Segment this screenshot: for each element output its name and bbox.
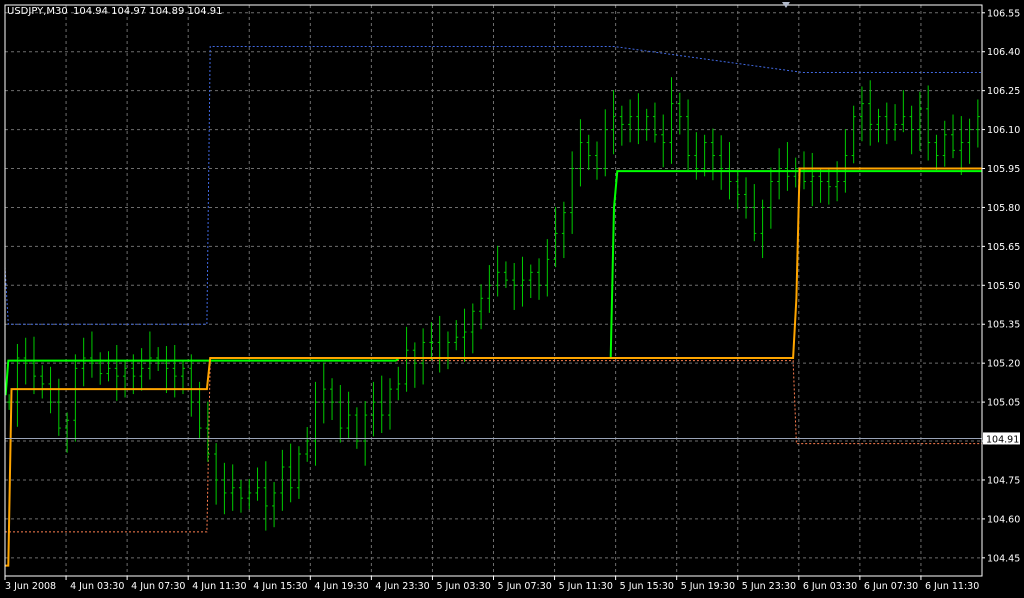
x-tick-label: 4 Jun 07:30 <box>131 581 185 592</box>
x-tick-label: 4 Jun 15:30 <box>253 581 307 592</box>
grid <box>5 5 982 576</box>
x-tick-label: 5 Jun 23:30 <box>742 581 796 592</box>
y-tick-label: 105.80 <box>987 203 1020 214</box>
x-tick-label: 6 Jun 03:30 <box>803 581 857 592</box>
symbol-label: USDJPY,M30 <box>7 6 68 17</box>
y-tick-label: 105.35 <box>987 320 1020 331</box>
x-tick-label: 5 Jun 07:30 <box>498 581 552 592</box>
x-tick-label: 6 Jun 11:30 <box>925 581 979 592</box>
current-price-label: 104.91 <box>986 434 1019 445</box>
y-tick-label: 104.75 <box>987 475 1020 486</box>
x-tick-label: 5 Jun 11:30 <box>559 581 613 592</box>
y-tick-label: 105.95 <box>987 164 1020 175</box>
ohlc-label: 104.94 104.97 104.89 104.91 <box>73 6 223 17</box>
x-tick-label: 4 Jun 19:30 <box>314 581 368 592</box>
y-tick-label: 105.50 <box>987 281 1020 292</box>
y-tick-label: 104.45 <box>987 553 1020 564</box>
y-tick-label: 105.20 <box>987 359 1020 370</box>
y-tick-label: 106.25 <box>987 86 1020 97</box>
y-tick-label: 106.10 <box>987 125 1020 136</box>
x-tick-label: 4 Jun 23:30 <box>375 581 429 592</box>
x-tick-label: 4 Jun 03:30 <box>70 581 124 592</box>
x-tick-label: 4 Jun 11:30 <box>192 581 246 592</box>
x-tick-label: 3 Jun 2008 <box>5 581 56 592</box>
y-tick-label: 105.65 <box>987 242 1020 253</box>
y-tick-label: 106.55 <box>987 8 1020 19</box>
lower-band-series <box>5 360 982 533</box>
y-tick-label: 105.05 <box>987 398 1020 409</box>
x-tick-label: 5 Jun 19:30 <box>681 581 735 592</box>
price-chart[interactable]: 106.55 106.40 106.25 106.10 105.95 105.80 105.… <box>0 0 1024 594</box>
y-tick-label: 106.40 <box>987 47 1020 58</box>
x-tick-label: 5 Jun 15:30 <box>620 581 674 592</box>
x-tick-label: 6 Jun 07:30 <box>864 581 918 592</box>
y-tick-label: 104.60 <box>987 514 1020 525</box>
chart-window[interactable]: 106.55 106.40 106.25 106.10 105.95 105.80 105.… <box>0 0 1024 594</box>
x-tick-label: 5 Jun 03:30 <box>436 581 490 592</box>
